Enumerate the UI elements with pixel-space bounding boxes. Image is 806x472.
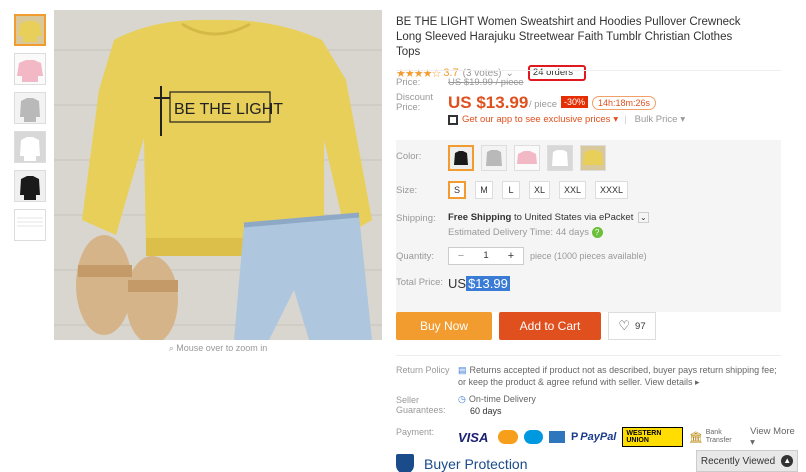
- size-option-m[interactable]: M: [475, 181, 494, 199]
- return-policy-text: ▤ Returns accepted if product not as desc…: [458, 365, 777, 387]
- thumbnail-size-chart[interactable]: [14, 209, 46, 241]
- size-options: S M L XL XXL XXXL: [448, 181, 637, 199]
- wishlist-count: 97: [635, 320, 646, 332]
- plus-button[interactable]: +: [499, 248, 523, 264]
- original-price: US $19.99 / piece: [448, 77, 524, 88]
- color-swatch-yellow[interactable]: [580, 145, 606, 171]
- size-option-xl[interactable]: XL: [529, 181, 551, 199]
- color-swatch-white[interactable]: [547, 145, 573, 171]
- app-promo[interactable]: Get our app to see exclusive prices ▾ | …: [448, 114, 685, 125]
- chevron-down-icon: ▾: [680, 114, 686, 125]
- buyer-protection: Buyer Protection: [396, 454, 528, 472]
- price-label: Price:: [396, 77, 421, 88]
- chevron-down-icon[interactable]: ⌄: [637, 212, 649, 223]
- thumbnail-grey[interactable]: [14, 92, 46, 124]
- size-option-l[interactable]: L: [502, 181, 521, 199]
- main-product-image[interactable]: BE THE LIGHT: [54, 10, 382, 340]
- divider: [396, 70, 781, 71]
- size-option-xxl[interactable]: XXL: [559, 181, 587, 199]
- current-price: US $13.99: [448, 93, 529, 112]
- product-title: BE THE LIGHT Women Sweatshirt and Hoodie…: [396, 16, 741, 58]
- countdown-timer: 14h:18m:26s: [592, 96, 657, 110]
- shipping-label: Shipping:: [396, 213, 436, 224]
- add-to-cart-button[interactable]: Add to Cart: [499, 312, 601, 340]
- thumbnail-yellow[interactable]: [14, 14, 46, 46]
- quantity-note: piece (1000 pieces available): [530, 251, 647, 261]
- payment-methods: VISA P PayPal WESTERN UNION 🏛 Bank Transf…: [458, 426, 796, 448]
- total-price-label: Total Price:: [396, 277, 443, 288]
- wishlist-button[interactable]: ♡ 97: [608, 312, 656, 340]
- free-shipping-text: Free Shipping: [448, 212, 512, 223]
- app-promo-link[interactable]: Get our app to see exclusive prices: [462, 114, 610, 125]
- color-swatch-black[interactable]: [448, 145, 474, 171]
- buy-now-button[interactable]: Buy Now: [396, 312, 492, 340]
- paypal-logo: P PayPal: [570, 431, 617, 443]
- color-label: Color:: [396, 151, 422, 162]
- qr-code-icon: [448, 114, 458, 125]
- bank-transfer-label: Bank Transfer: [705, 429, 732, 444]
- discount-badge: -30%: [561, 96, 589, 108]
- quantity-stepper: − 1 + piece (1000 pieces available): [448, 247, 647, 265]
- orders-count: 24 orders: [527, 65, 586, 81]
- size-label: Size:: [396, 185, 418, 196]
- view-more-link[interactable]: View More ▾: [750, 426, 796, 448]
- chevron-down-icon: ▾: [613, 114, 619, 125]
- maestro-icon: [523, 430, 544, 444]
- divider: [396, 355, 781, 356]
- delivery-estimate: Estimated Delivery Time: 44 days ?: [448, 227, 603, 238]
- amex-icon: [549, 431, 565, 443]
- zoom-hint: ⌕ Mouse over to zoom in: [168, 343, 268, 353]
- payment-label: Payment:: [396, 427, 435, 437]
- western-union-logo: WESTERN UNION: [622, 427, 683, 447]
- shipping-info: Free Shipping to United States via ePack…: [448, 212, 649, 223]
- visa-logo: VISA: [458, 429, 489, 445]
- heart-icon: ♡: [618, 318, 631, 333]
- size-option-xxxl[interactable]: XXXL: [595, 181, 629, 199]
- price-unit: / piece: [529, 99, 557, 110]
- help-icon[interactable]: ?: [591, 227, 603, 238]
- total-price-value: $13.99: [466, 276, 510, 291]
- guarantee-days: 60 days: [470, 406, 502, 416]
- clock-icon: ◷: [458, 394, 466, 404]
- quantity-label: Quantity:: [396, 251, 435, 262]
- product-info: BE THE LIGHT Women Sweatshirt and Hoodie…: [396, 15, 796, 472]
- thumbnail-black[interactable]: [14, 170, 46, 202]
- shield-icon: [396, 454, 414, 472]
- total-price: US $13.99: [448, 276, 510, 291]
- thumbnail-white[interactable]: [14, 131, 46, 163]
- color-swatch-grey[interactable]: [481, 145, 507, 171]
- mastercard-icon: [498, 430, 518, 444]
- minus-button[interactable]: −: [449, 248, 473, 264]
- return-icon: ▤: [458, 365, 467, 375]
- quantity-input[interactable]: 1: [473, 248, 499, 264]
- seller-guarantees-label: Seller Guarantees:: [396, 395, 446, 415]
- guarantee-info: ◷ On-time Delivery 60 days: [458, 394, 536, 416]
- view-details-link[interactable]: View details: [645, 377, 693, 387]
- thumbnail-pink[interactable]: [14, 53, 46, 85]
- color-swatch-pink[interactable]: [514, 145, 540, 171]
- bank-icon: 🏛: [688, 431, 703, 444]
- print-text: BE THE LIGHT: [174, 101, 283, 118]
- recently-viewed-tab[interactable]: Recently Viewed ▲: [696, 450, 798, 472]
- return-policy-label: Return Policy: [396, 365, 450, 375]
- color-swatches: [448, 145, 613, 171]
- size-option-s[interactable]: S: [448, 181, 467, 199]
- thumbnail-strip: [14, 14, 48, 248]
- shipping-method: to United States via ePacket: [513, 212, 634, 223]
- bulk-price-link[interactable]: Bulk Price: [635, 114, 678, 125]
- chevron-up-icon: ▲: [781, 455, 794, 467]
- discount-price-label: Discount Price:: [396, 92, 433, 113]
